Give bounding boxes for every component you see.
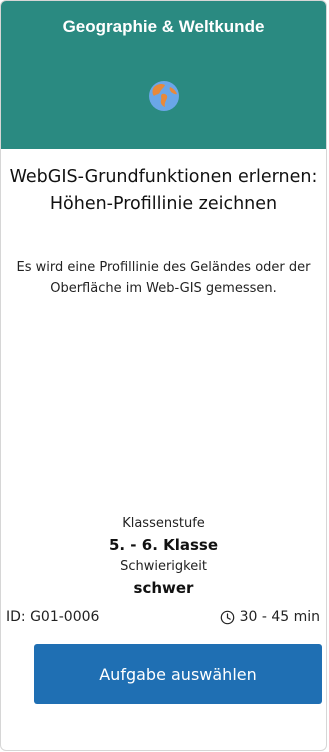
difficulty-value: schwer bbox=[133, 579, 194, 597]
task-description: Es wird eine Profillinie des Geländes od… bbox=[16, 260, 311, 296]
task-meta: Klassenstufe 5. - 6. Klasse Schwierigkei… bbox=[1, 513, 326, 599]
task-id: ID: G01-0006 bbox=[6, 609, 100, 625]
task-title: WebGIS-Grundfunktionen erlernen: Höhen-P… bbox=[9, 167, 318, 214]
subject-title: Geographie & Weltkunde bbox=[62, 17, 265, 36]
card-header: Geographie & Weltkunde bbox=[1, 1, 326, 149]
globe-icon bbox=[148, 81, 179, 111]
task-duration: 30 - 45 min bbox=[220, 609, 320, 625]
duration-text: 30 - 45 min bbox=[239, 609, 320, 625]
difficulty-label: Schwierigkeit bbox=[120, 559, 207, 574]
task-card: Geographie & Weltkunde WebGIS-Grundfunkt… bbox=[0, 0, 327, 751]
grade-value: 5. - 6. Klasse bbox=[108, 536, 219, 554]
select-task-button[interactable]: Aufgabe auswählen bbox=[34, 644, 322, 704]
grade-label: Klassenstufe bbox=[122, 516, 205, 531]
clock-icon bbox=[220, 610, 234, 624]
